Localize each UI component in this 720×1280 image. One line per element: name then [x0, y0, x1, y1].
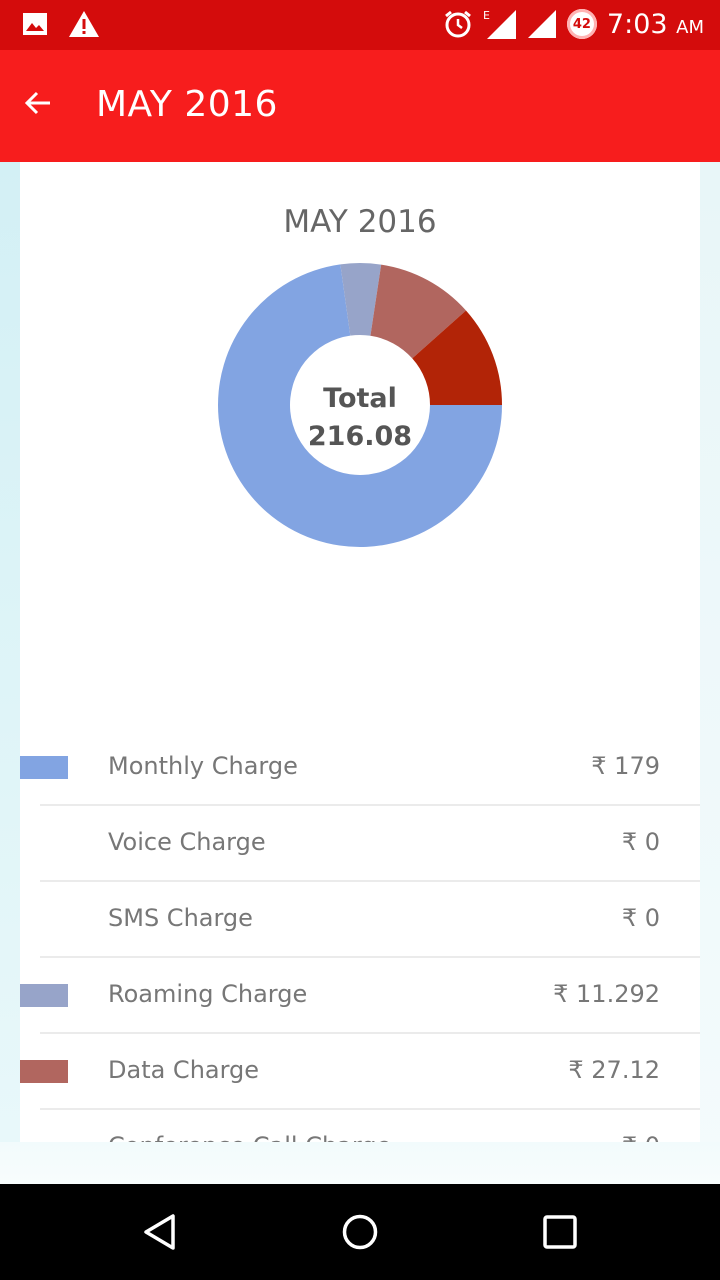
total-value: 216.08: [307, 421, 413, 452]
charge-amount: ₹ 27.12: [568, 1056, 660, 1084]
charge-label: Monthly Charge: [108, 752, 298, 780]
charge-amount: ₹ 11.292: [553, 980, 660, 1008]
back-triangle-icon[interactable]: [140, 1212, 180, 1252]
alarm-icon: [444, 10, 471, 38]
background-edge-left: [0, 162, 20, 1182]
warning-icon: [69, 11, 99, 37]
home-circle-icon[interactable]: [340, 1212, 380, 1252]
list-item[interactable]: SMS Charge ₹ 0: [20, 882, 700, 956]
charge-label: Roaming Charge: [108, 980, 308, 1008]
recents-square-icon[interactable]: [540, 1212, 580, 1252]
page-title: MAY 2016: [96, 84, 278, 125]
list-item[interactable]: Voice Charge ₹ 0: [20, 806, 700, 880]
clock: 7:03 AM: [606, 8, 704, 40]
navigation-bar: [0, 1184, 720, 1280]
svg-text:E: E: [483, 9, 490, 22]
list-item[interactable]: Roaming Charge ₹ 11.292: [20, 958, 700, 1032]
battery-saver-icon: 42: [566, 9, 597, 39]
charge-amount: ₹ 0: [621, 828, 660, 856]
charge-label: Conference Call Charge: [108, 1132, 391, 1142]
charge-amount: ₹ 0: [622, 1132, 660, 1142]
bottom-fade: [0, 1142, 720, 1184]
charge-amount: ₹ 0: [621, 904, 660, 932]
signal-icon: [527, 10, 556, 38]
legend-swatch: [20, 756, 68, 779]
charge-amount: ₹ 179: [591, 752, 660, 780]
charge-label: SMS Charge: [108, 904, 253, 932]
background-edge-right: [700, 162, 720, 1182]
app-bar: MAY 2016: [0, 50, 720, 162]
charges-list: Monthly Charge ₹ 179 Voice Charge ₹ 0 SM…: [20, 730, 700, 1142]
chart-title: MAY 2016: [283, 204, 437, 240]
total-label: Total: [323, 383, 397, 414]
charge-label: Voice Charge: [108, 828, 266, 856]
charge-label: Data Charge: [108, 1056, 260, 1084]
legend-swatch: [20, 984, 68, 1007]
donut-center-label: Total 216.08: [260, 380, 460, 456]
bill-summary-card: MAY 2016 Total 216.08 Monthly Charge ₹ 1…: [20, 162, 700, 1142]
legend-swatch: [20, 1060, 68, 1083]
list-item[interactable]: Data Charge ₹ 27.12: [20, 1034, 700, 1108]
list-item[interactable]: Monthly Charge ₹ 179: [20, 730, 700, 804]
arrow-left-icon[interactable]: [22, 86, 56, 120]
signal-e-icon: E: [483, 9, 516, 39]
list-item[interactable]: Conference Call Charge ₹ 0: [20, 1110, 700, 1142]
image-icon: [23, 13, 47, 35]
status-bar: E 42 7:03 AM: [0, 0, 720, 50]
